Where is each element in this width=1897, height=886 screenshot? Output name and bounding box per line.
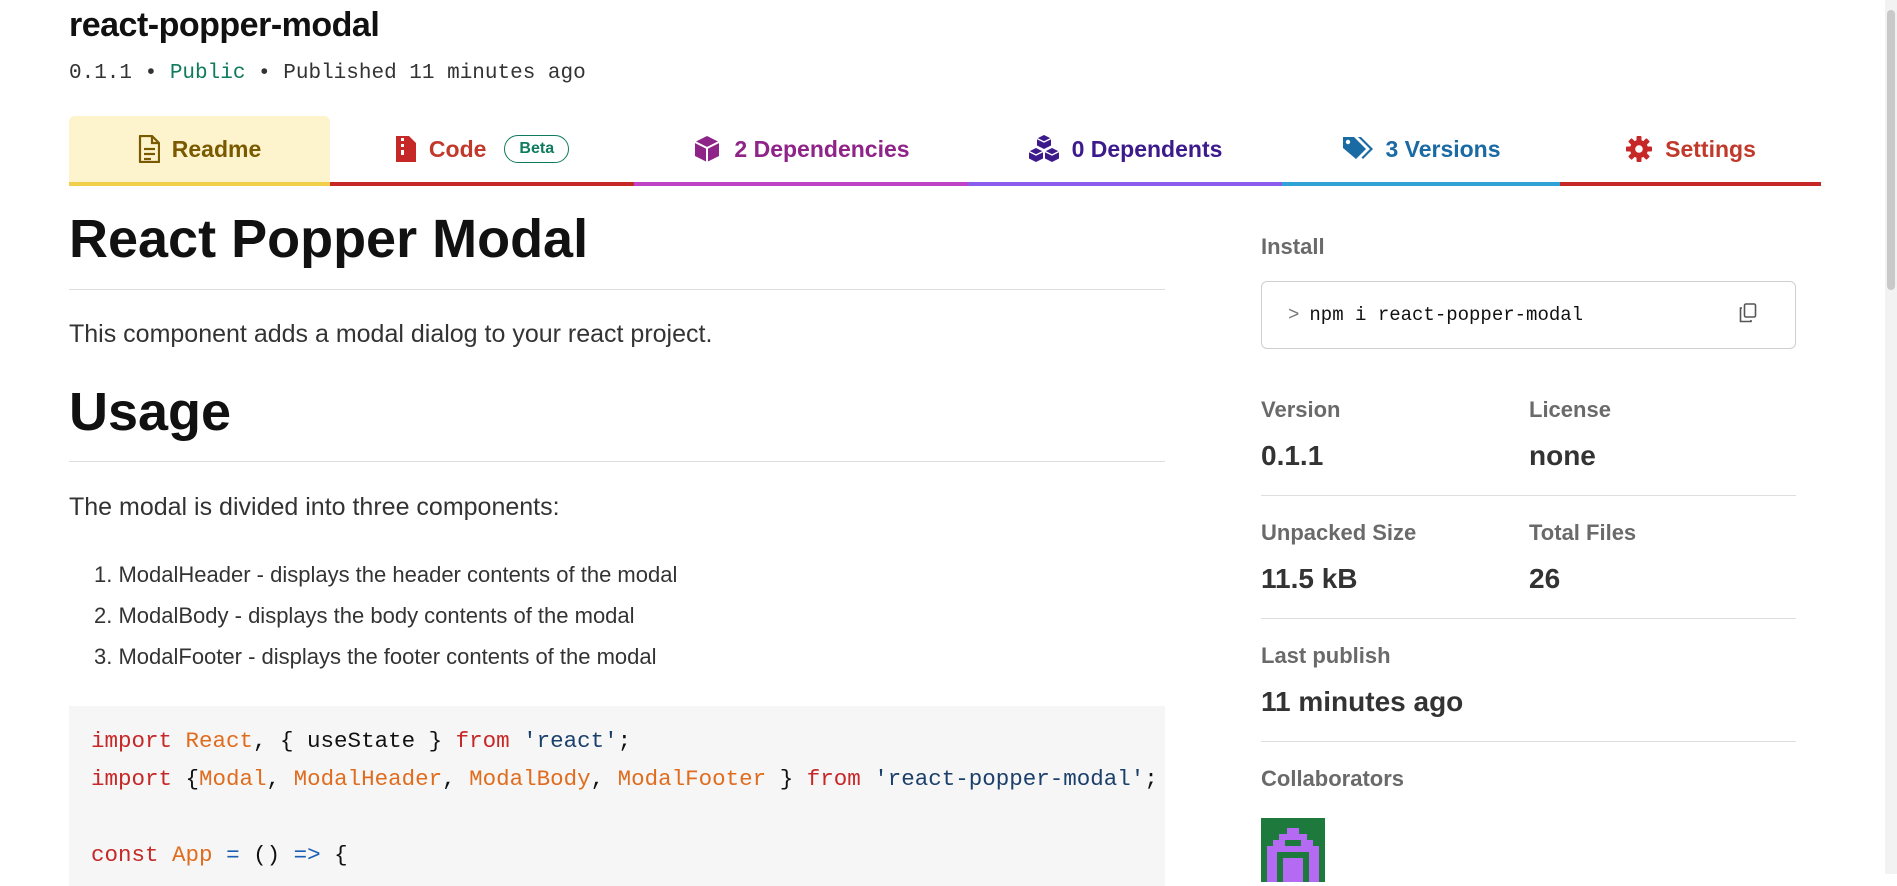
code-token: const (91, 842, 159, 868)
code-block: import React, { useState } from 'react';… (69, 706, 1165, 886)
scrollbar-thumb[interactable] (1887, 10, 1895, 290)
version-label: Version (1261, 397, 1341, 422)
code-token: () (253, 842, 281, 868)
usage-text: The modal is divided into three componen… (69, 493, 560, 521)
code-token: , { useState } (253, 728, 456, 754)
code-line: const App = () => { (91, 842, 348, 868)
heading-divider (69, 461, 1165, 462)
code-token: from (455, 728, 510, 754)
package-tabs: Readme Code Beta 2 Dependencies 0 Depend… (69, 116, 1821, 186)
code-token: import (91, 728, 173, 754)
collaborators-label: Collaborators (1261, 766, 1405, 791)
list-item: 1. ModalHeader - displays the header con… (94, 562, 678, 587)
code-token: App (172, 842, 213, 868)
code-token: ModalFooter (617, 766, 767, 792)
component-list: 1. ModalHeader - displays the header con… (94, 560, 677, 683)
box-icon (692, 134, 722, 164)
gear-icon (1625, 135, 1653, 163)
sidebar-divider (1261, 495, 1796, 496)
tags-icon (1341, 135, 1374, 163)
copy-icon[interactable] (1739, 303, 1759, 325)
tab-dependencies[interactable]: 2 Dependencies (634, 116, 968, 186)
tab-label: 3 Versions (1385, 135, 1501, 162)
code-token: , (266, 766, 294, 792)
avatar-image (1267, 828, 1319, 882)
last-publish-value: 11 minutes ago (1261, 686, 1464, 717)
code-token: = (226, 842, 240, 868)
readme-intro: This component adds a modal dialog to yo… (69, 320, 713, 348)
code-line: import {Modal, ModalHeader, ModalBody, M… (91, 766, 1158, 792)
unpacked-size-label: Unpacked Size (1261, 520, 1417, 545)
meta-separator: • (132, 62, 170, 85)
unpacked-size-value: 11.5 kB (1261, 563, 1358, 594)
tab-label: Code (428, 135, 487, 162)
heading-divider (69, 289, 1165, 290)
code-token: 'react-popper-modal' (874, 766, 1145, 792)
code-token: ModalHeader (293, 766, 443, 792)
meta-separator: • (245, 62, 284, 85)
code-token: => (293, 842, 321, 868)
tab-settings[interactable]: Settings (1560, 116, 1821, 186)
beta-badge: Beta (504, 135, 570, 163)
package-meta: 0.1.1 • Public • Published 11 minutes ag… (69, 62, 586, 85)
install-command-box[interactable]: > npm i react-popper-modal (1261, 281, 1796, 349)
page-scrollbar[interactable] (1885, 0, 1897, 874)
license-label: License (1529, 397, 1611, 422)
tab-label: 2 Dependencies (734, 135, 910, 162)
tab-label: 0 Dependents (1071, 135, 1223, 162)
visibility-label: Public (169, 62, 246, 85)
package-title: react-popper-modal (69, 6, 380, 44)
published-time: Published 11 minutes ago (283, 62, 586, 85)
install-command-text: npm i react-popper-modal (1309, 304, 1584, 326)
tab-versions[interactable]: 3 Versions (1282, 116, 1560, 186)
collaborator-avatar[interactable] (1261, 818, 1325, 882)
last-publish-label: Last publish (1261, 643, 1391, 668)
code-token: Modal (199, 766, 267, 792)
version-value: 0.1.1 (1261, 440, 1324, 471)
code-token: React (185, 728, 254, 754)
code-token: { (172, 766, 200, 792)
readme-title: React Popper Modal (69, 209, 589, 269)
code-token: 'react' (523, 728, 618, 754)
total-files-value: 26 (1529, 563, 1561, 594)
code-token: , (442, 766, 470, 792)
list-item: 2. ModalBody - displays the body content… (94, 603, 635, 628)
code-token: from (806, 766, 861, 792)
code-token: ; (1144, 766, 1158, 792)
code-token: ModalBody (469, 766, 591, 792)
zip-file-icon (395, 135, 417, 163)
code-token: } (766, 766, 807, 792)
package-version: 0.1.1 (69, 62, 133, 85)
code-line: import React, { useState } from 'react'; (91, 728, 631, 754)
total-files-label: Total Files (1529, 520, 1637, 545)
tab-dependents[interactable]: 0 Dependents (968, 116, 1282, 186)
tab-readme[interactable]: Readme (69, 116, 330, 186)
boxes-icon (1028, 134, 1060, 164)
prompt-icon: > (1288, 304, 1300, 326)
tab-code[interactable]: Code Beta (330, 116, 634, 186)
tab-label: Settings (1665, 135, 1756, 162)
code-token: , (590, 766, 618, 792)
install-label: Install (1261, 234, 1325, 259)
install-command[interactable]: > npm i react-popper-modal (1288, 304, 1583, 326)
sidebar-divider (1261, 741, 1796, 742)
code-token: ; (617, 728, 632, 754)
file-icon (138, 135, 160, 163)
code-token: import (91, 766, 173, 792)
tab-label: Readme (171, 135, 262, 162)
usage-heading: Usage (69, 382, 232, 442)
list-item: 3. ModalFooter - displays the footer con… (94, 644, 657, 669)
code-token: { (334, 842, 348, 868)
license-value: none (1529, 440, 1596, 471)
sidebar-divider (1261, 618, 1796, 619)
